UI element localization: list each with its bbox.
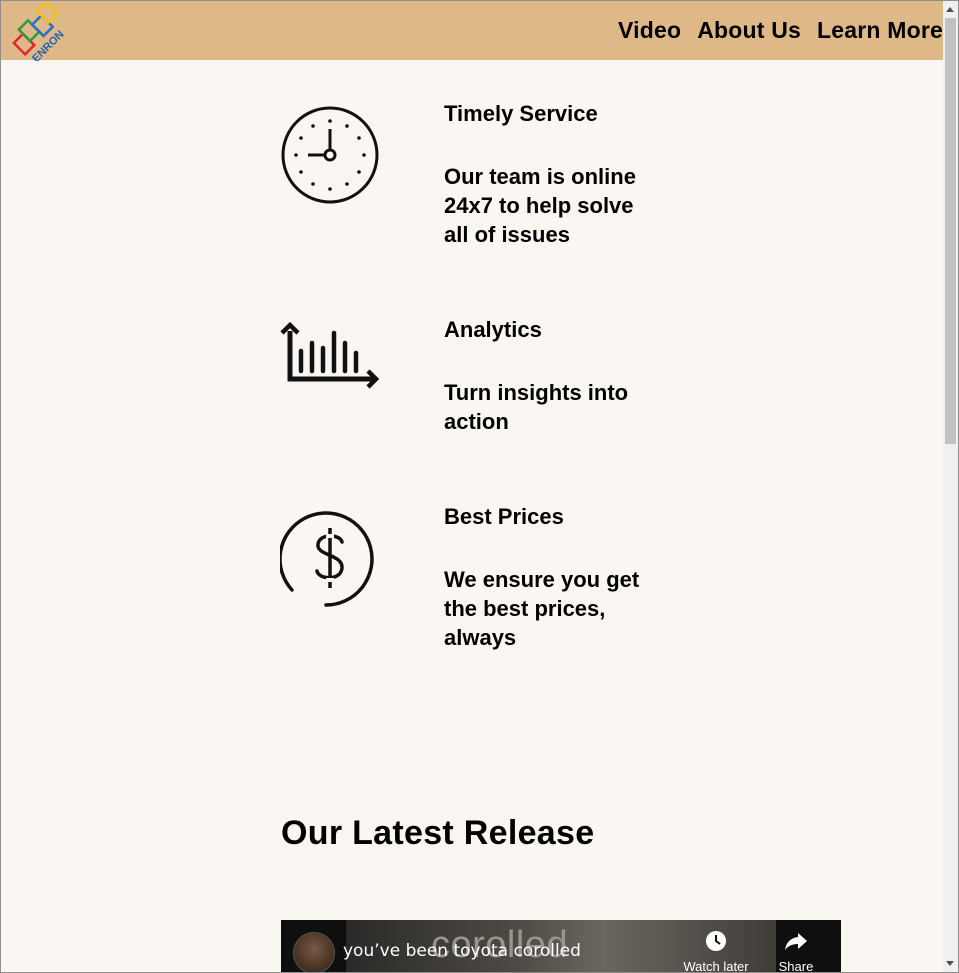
- clock-icon: [281, 106, 379, 204]
- nav-link-learn-more[interactable]: Learn More: [817, 17, 943, 44]
- scroll-down-arrow-icon[interactable]: [946, 961, 954, 966]
- scrollbar-thumb[interactable]: [945, 18, 956, 444]
- share-arrow-icon: [785, 933, 807, 950]
- channel-avatar[interactable]: [293, 932, 335, 972]
- main-nav: Video About Us Learn More: [602, 17, 943, 44]
- video-embed[interactable]: corolled you’ve been toyota corolled Wat…: [281, 920, 841, 973]
- feature-title: Best Prices: [444, 504, 564, 529]
- dollar-icon: [280, 511, 374, 607]
- analytics-chart-icon: [280, 321, 380, 389]
- site-header: ENRON Video About Us Learn More: [1, 1, 943, 61]
- section-heading-latest-release: Our Latest Release: [281, 814, 595, 852]
- feature-title: Analytics: [444, 317, 542, 342]
- share-label: Share: [778, 959, 814, 973]
- clock-icon: [706, 931, 726, 951]
- nav-link-about-us[interactable]: About Us: [697, 17, 801, 44]
- feature-description: Our team is online 24x7 to help solve al…: [444, 164, 636, 247]
- enron-logo[interactable]: ENRON: [7, 1, 73, 61]
- feature-description: Turn insights into action: [444, 380, 629, 434]
- vertical-scrollbar[interactable]: [943, 1, 958, 972]
- feature-description: We ensure you get the best prices, alway…: [444, 567, 640, 650]
- browser-window: ENRON Video About Us Learn More Timely S…: [0, 0, 959, 973]
- watch-later-label: Watch later: [683, 959, 749, 973]
- feature-title: Timely Service: [444, 101, 598, 126]
- watch-later-button[interactable]: Watch later: [681, 930, 751, 973]
- nav-link-video[interactable]: Video: [618, 17, 681, 44]
- scroll-up-arrow-icon[interactable]: [946, 7, 954, 12]
- share-button[interactable]: Share: [761, 930, 831, 973]
- video-title[interactable]: you’ve been toyota corolled: [343, 941, 581, 961]
